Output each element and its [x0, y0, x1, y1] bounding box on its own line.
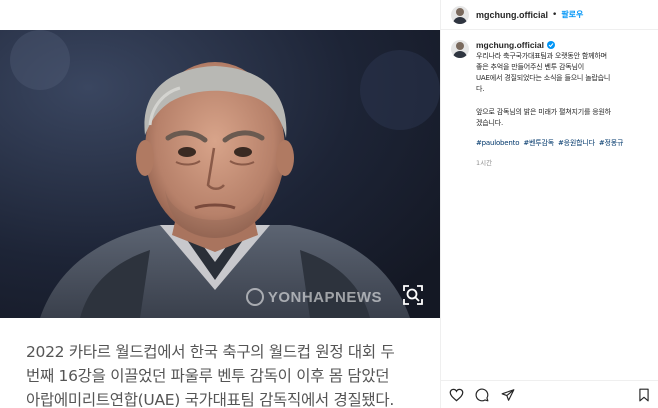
author-username[interactable]: mgchung.official: [476, 10, 548, 20]
heart-icon[interactable]: [447, 386, 465, 404]
news-caption-text: 2022 카타르 월드컵에서 한국 축구의 월드컵 원정 대회 두 번째 16강…: [26, 343, 395, 408]
photo-illustration: [0, 30, 440, 318]
media-top-padding: [0, 0, 440, 30]
action-bar: [441, 380, 658, 408]
verified-badge-icon: [547, 41, 555, 49]
news-photo: YONHAPNEWS: [0, 30, 440, 318]
hashtag-link[interactable]: #응원합니다: [558, 139, 595, 147]
news-caption: 2022 카타르 월드컵에서 한국 축구의 월드컵 원정 대회 두 번째 16강…: [0, 318, 440, 408]
watermark-text: YONHAPNEWS: [267, 288, 382, 306]
comment-user-line: mgchung.official: [476, 40, 648, 50]
bookmark-icon[interactable]: [635, 386, 653, 404]
comment-text-paragraph-2: 앞으로 감독님의 밝은 미래가 펼쳐지기를 응원하 겠습니다.: [476, 108, 611, 127]
post-header: mgchung.official • 팔로우: [441, 0, 658, 30]
share-icon[interactable]: [499, 386, 517, 404]
comment-username[interactable]: mgchung.official: [476, 40, 544, 50]
follow-button[interactable]: 팔로우: [561, 9, 583, 20]
instagram-post: YONHAPNEWS 2022 카타르 월드컵에서 한국 축구의 월드컵 원정 …: [0, 0, 658, 408]
avatar[interactable]: [451, 5, 469, 24]
post-media: YONHAPNEWS 2022 카타르 월드컵에서 한국 축구의 월드컵 원정 …: [0, 0, 440, 408]
comment-avatar[interactable]: [451, 40, 469, 58]
caption-comment: mgchung.official 우리나라 축구국가대표팀과 오랫동안 함께하며…: [441, 30, 658, 167]
hashtag-link[interactable]: #벤투감독: [523, 139, 554, 147]
post-timestamp: 1시간: [476, 159, 493, 167]
post-side-panel: mgchung.official • 팔로우 mgchung.official …: [440, 0, 658, 408]
zoom-icon[interactable]: [400, 282, 426, 308]
yonhap-logo-icon: [245, 288, 264, 306]
separator-dot: •: [552, 9, 558, 20]
comment-icon[interactable]: [473, 386, 491, 404]
hashtag-link[interactable]: #paulobento: [476, 139, 519, 147]
photo-watermark: YONHAPNEWS: [245, 288, 382, 306]
comment-body: mgchung.official 우리나라 축구국가대표팀과 오랫동안 함께하며…: [476, 40, 648, 167]
hashtag-link[interactable]: #정몽규: [599, 139, 624, 147]
comment-text-paragraph-1: 우리나라 축구국가대표팀과 오랫동안 함께하며 좋은 추억을 만들어주신 벤투 …: [476, 52, 611, 93]
hashtag-list: #paulobento #벤투감독 #응원합니다 #정몽규: [476, 138, 648, 149]
